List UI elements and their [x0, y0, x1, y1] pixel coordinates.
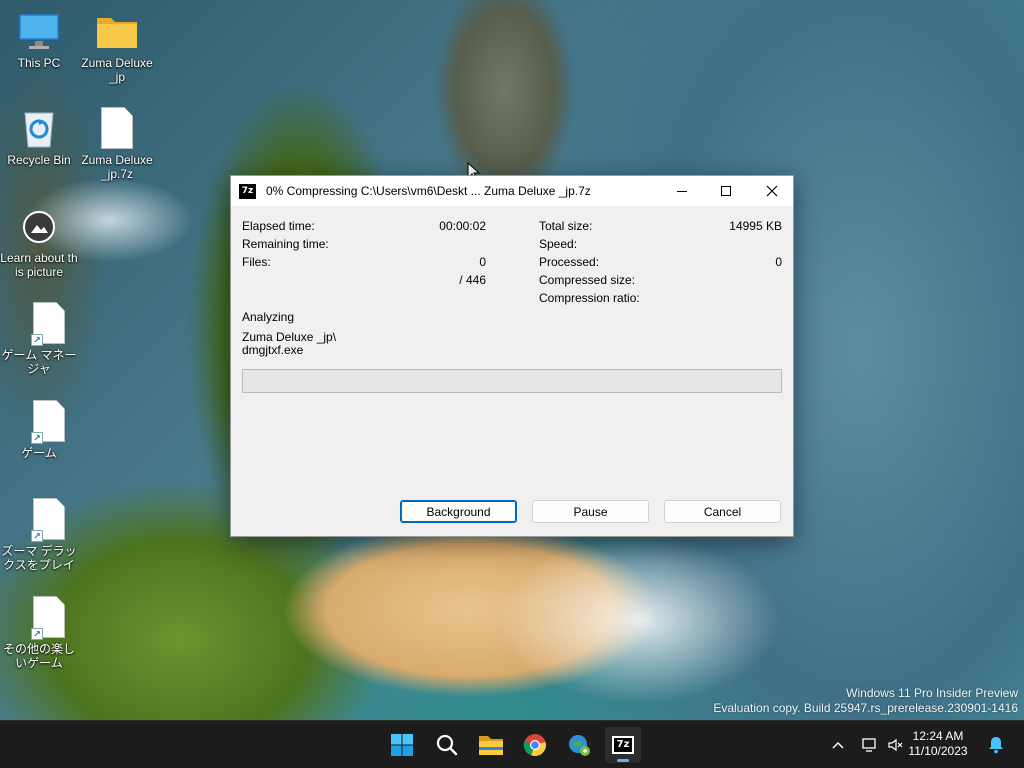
notifications-button[interactable]	[986, 733, 1006, 757]
active-indicator	[617, 759, 629, 762]
desktop-icon-game-manager[interactable]: ↗ ゲーム マネージャ	[0, 302, 78, 376]
chrome-icon	[523, 734, 546, 757]
show-hidden-icons-button[interactable]	[830, 733, 846, 757]
files-value: 0	[479, 255, 486, 269]
title-bar[interactable]: 7z 0% Compressing C:\Users\vm6\Deskt ...…	[231, 176, 793, 206]
volume-button[interactable]	[886, 733, 906, 757]
processed-label: Processed:	[539, 255, 600, 269]
app-icon	[569, 735, 590, 756]
remaining-time-label: Remaining time:	[242, 237, 329, 251]
start-button[interactable]	[384, 727, 420, 763]
desktop-icon-label: ゲーム マネージャ	[1, 348, 77, 376]
desktop-icon-recycle-bin[interactable]: Recycle Bin	[0, 107, 78, 167]
background-button[interactable]: Background	[400, 500, 517, 523]
files-total: / 446	[459, 273, 486, 287]
status-text: Analyzing	[242, 310, 295, 324]
shortcut-file-icon: ↗	[17, 400, 65, 444]
recycle-bin-icon	[17, 107, 61, 151]
network-button[interactable]	[860, 733, 880, 757]
maximize-button[interactable]	[703, 176, 749, 206]
current-file-name: dmgjtxf.exe	[242, 343, 304, 357]
7zip-app-icon: 7z	[239, 183, 256, 199]
taskbar: 7z 12:24 AM 11/10/2023	[0, 720, 1024, 768]
app-button[interactable]	[561, 727, 597, 763]
shortcut-file-icon: ↗	[17, 498, 65, 542]
chevron-up-icon	[832, 741, 844, 749]
files-label: Files:	[242, 255, 271, 269]
shortcut-file-icon: ↗	[17, 302, 65, 346]
desktop-icon-label: Zuma Deluxe _jp.7z	[81, 153, 153, 181]
desktop-icon-label: Recycle Bin	[7, 153, 71, 167]
watermark-line-1: Windows 11 Pro Insider Preview	[846, 686, 1018, 700]
desktop-icon-label: This PC	[17, 56, 61, 70]
compressed-size-label: Compressed size:	[539, 273, 636, 287]
desktop-icon-learn-about-picture[interactable]: Learn about this picture	[0, 205, 78, 279]
file-explorer-icon	[479, 736, 503, 755]
os-watermark: Windows 11 Pro Insider Preview Evaluatio…	[713, 686, 1018, 716]
system-clock[interactable]: 12:24 AM 11/10/2023	[908, 729, 968, 759]
folder-icon	[95, 10, 139, 54]
shortcut-file-icon: ↗	[17, 596, 65, 640]
desktop-icon-more-games[interactable]: ↗ その他の楽しいゲーム	[0, 596, 78, 670]
chrome-button[interactable]	[517, 727, 553, 763]
processed-value: 0	[775, 255, 782, 269]
close-button[interactable]	[749, 176, 795, 206]
volume-muted-icon	[888, 738, 903, 752]
total-size-value: 14995 KB	[729, 219, 782, 233]
desktop-icon-label: ゲーム	[21, 446, 57, 460]
desktop-icon-games[interactable]: ↗ ゲーム	[0, 400, 78, 460]
compression-ratio-label: Compression ratio:	[539, 291, 640, 305]
7zip-icon: 7z	[612, 736, 634, 754]
camera-icon	[17, 205, 61, 249]
progress-bar	[242, 369, 782, 393]
elapsed-time-value: 00:00:02	[439, 219, 486, 233]
desktop-icon-zuma-7z[interactable]: Zuma Deluxe _jp.7z	[78, 107, 156, 181]
desktop-icon-label: その他の楽しいゲーム	[2, 642, 75, 670]
file-icon	[95, 107, 139, 151]
7zip-taskbar-button[interactable]: 7z	[605, 727, 641, 763]
watermark-line-2: Evaluation copy. Build 25947.rs_prerelea…	[713, 701, 1018, 715]
desktop-icon-label: Zuma Deluxe _jp	[81, 56, 153, 84]
start-icon	[391, 734, 413, 756]
desktop-icon-zuma-folder[interactable]: Zuma Deluxe _jp	[78, 10, 156, 84]
window-title: 0% Compressing C:\Users\vm6\Deskt ... Zu…	[266, 184, 591, 198]
compress-progress-dialog: 7z 0% Compressing C:\Users\vm6\Deskt ...…	[230, 175, 794, 537]
pause-button[interactable]: Pause	[532, 500, 649, 523]
total-size-label: Total size:	[539, 219, 593, 233]
current-file-path: Zuma Deluxe _jp\	[242, 330, 337, 344]
maximize-icon	[721, 186, 731, 196]
network-icon	[862, 738, 876, 752]
minimize-icon	[677, 190, 687, 192]
desktop-icon-this-pc[interactable]: This PC	[0, 10, 78, 70]
file-explorer-button[interactable]	[473, 727, 509, 763]
desktop-icon-play-zuma[interactable]: ↗ ズーマ デラックスをプレイ	[0, 498, 78, 572]
search-button[interactable]	[429, 727, 465, 763]
search-icon	[436, 734, 458, 756]
desktop-icon-label: Learn about this picture	[0, 251, 78, 279]
bell-icon	[989, 737, 1003, 754]
elapsed-time-label: Elapsed time:	[242, 219, 315, 233]
clock-time: 12:24 AM	[912, 729, 964, 743]
clock-date: 11/10/2023	[908, 744, 968, 758]
desktop-icon-label: ズーマ デラックスをプレイ	[1, 544, 77, 572]
close-icon	[766, 185, 778, 197]
cancel-button[interactable]: Cancel	[664, 500, 781, 523]
minimize-button[interactable]	[659, 176, 705, 206]
speed-label: Speed:	[539, 237, 578, 251]
monitor-icon	[17, 10, 61, 54]
